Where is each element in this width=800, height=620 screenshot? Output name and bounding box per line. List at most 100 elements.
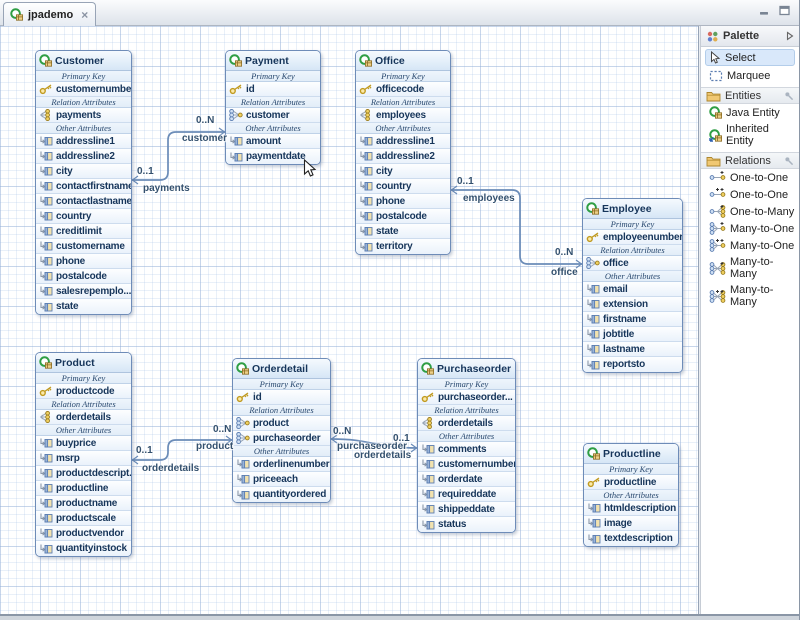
attr-requireddate[interactable]: requireddate: [418, 487, 515, 502]
attr-state[interactable]: state: [36, 299, 131, 314]
conn-label-payments[interactable]: payments: [143, 183, 190, 194]
conn-label-orderdetails[interactable]: orderdetails: [142, 463, 199, 474]
attr-orderlinenumber[interactable]: orderlinenumber: [233, 457, 330, 472]
attr-email[interactable]: email: [583, 282, 682, 297]
attr-purchaseorder[interactable]: purchaseorder...: [418, 390, 515, 405]
attr-country[interactable]: country: [356, 179, 450, 194]
minimize-view-icon[interactable]: [758, 5, 771, 16]
conn-label-office[interactable]: office: [551, 267, 578, 278]
entity-payment[interactable]: Payment Primary KeyidRelation Attributes…: [225, 50, 321, 165]
attr-productcode[interactable]: productcode: [36, 384, 131, 399]
attr-employees[interactable]: employees: [356, 108, 450, 123]
attr-paymentdate[interactable]: paymentdate: [226, 149, 320, 164]
attr-productname[interactable]: productname: [36, 496, 131, 511]
attr-postalcode[interactable]: postalcode: [36, 269, 131, 284]
conn-label-0-1[interactable]: 0..1: [136, 445, 153, 456]
conn-label-product[interactable]: product: [196, 441, 233, 452]
palette-tool-marquee[interactable]: Marquee: [705, 68, 795, 84]
entity-employee[interactable]: Employee Primary KeyemployeenumberRelati…: [582, 198, 683, 373]
attr-htmldescription[interactable]: htmldescription: [584, 501, 678, 516]
attr-customername[interactable]: customername: [36, 239, 131, 254]
entity-office[interactable]: Office Primary KeyofficecodeRelation Att…: [355, 50, 451, 255]
attr-reportsto[interactable]: reportsto: [583, 357, 682, 372]
palette-item-many-to-one[interactable]: Many-to-One: [701, 220, 799, 237]
attr-product[interactable]: product: [233, 416, 330, 431]
entity-header[interactable]: Payment: [226, 51, 320, 71]
tab-close-icon[interactable]: ×: [81, 9, 88, 21]
attr-purchaseorder[interactable]: purchaseorder: [233, 431, 330, 446]
attr-customernumber[interactable]: customernumber: [36, 82, 131, 97]
attr-productdescript[interactable]: productdescript...: [36, 466, 131, 481]
attr-image[interactable]: image: [584, 516, 678, 531]
attr-territory[interactable]: territory: [356, 239, 450, 254]
editor-tab-jpademo[interactable]: jpademo ×: [3, 2, 96, 26]
entity-header[interactable]: Office: [356, 51, 450, 71]
attr-addressline1[interactable]: addressline1: [356, 134, 450, 149]
palette-drawer-entities[interactable]: Entities: [701, 87, 799, 104]
palette-header[interactable]: Palette: [701, 26, 799, 47]
entity-header[interactable]: Employee: [583, 199, 682, 219]
entity-header[interactable]: Purchaseorder: [418, 359, 515, 379]
palette-item-one-to-one[interactable]: One-to-One: [701, 186, 799, 203]
palette-item-inherited-entity[interactable]: Inherited Entity: [701, 121, 799, 149]
entity-purchaseorder[interactable]: Purchaseorder Primary Keypurchaseorder..…: [417, 358, 516, 533]
entity-orderdetail[interactable]: Orderdetail Primary KeyidRelation Attrib…: [232, 358, 331, 503]
entity-customer[interactable]: Customer Primary KeycustomernumberRelati…: [35, 50, 132, 315]
attr-lastname[interactable]: lastname: [583, 342, 682, 357]
palette-collapse-arrow-icon[interactable]: [786, 31, 794, 41]
attr-contactlastname[interactable]: contactlastname: [36, 194, 131, 209]
entity-header[interactable]: Customer: [36, 51, 131, 71]
attr-extension[interactable]: extension: [583, 297, 682, 312]
pin-drawer-icon[interactable]: [784, 156, 794, 166]
attr-shippeddate[interactable]: shippeddate: [418, 502, 515, 517]
attr-city[interactable]: city: [36, 164, 131, 179]
palette-item-many-to-many[interactable]: Many-to-Many: [701, 254, 799, 282]
attr-orderdetails[interactable]: orderdetails: [36, 410, 131, 425]
entity-productline[interactable]: Productline Primary KeyproductlineOther …: [583, 443, 679, 547]
attr-msrp[interactable]: msrp: [36, 451, 131, 466]
palette-item-one-to-many[interactable]: One-to-Many: [701, 203, 799, 220]
conn-label-customer[interactable]: customer: [182, 133, 227, 144]
attr-buyprice[interactable]: buyprice: [36, 436, 131, 451]
diagram-canvas[interactable]: Customer Primary KeycustomernumberRelati…: [0, 26, 699, 614]
attr-productline[interactable]: productline: [36, 481, 131, 496]
attr-addressline1[interactable]: addressline1: [36, 134, 131, 149]
attr-quantityinstock[interactable]: quantityinstock: [36, 541, 131, 556]
attr-addressline2[interactable]: addressline2: [356, 149, 450, 164]
attr-officecode[interactable]: officecode: [356, 82, 450, 97]
attr-status[interactable]: status: [418, 517, 515, 532]
conn-label-0-n[interactable]: 0..N: [555, 247, 573, 258]
attr-customer[interactable]: customer: [226, 108, 320, 123]
attr-priceeach[interactable]: priceeach: [233, 472, 330, 487]
attr-addressline2[interactable]: addressline2: [36, 149, 131, 164]
attr-orderdate[interactable]: orderdate: [418, 472, 515, 487]
attr-amount[interactable]: amount: [226, 134, 320, 149]
pin-drawer-icon[interactable]: [784, 91, 794, 101]
palette-item-many-to-one[interactable]: Many-to-One: [701, 237, 799, 254]
attr-orderdetails[interactable]: orderdetails: [418, 416, 515, 431]
attr-comments[interactable]: comments: [418, 442, 515, 457]
palette-item-one-to-one[interactable]: One-to-One: [701, 169, 799, 186]
attr-productline[interactable]: productline: [584, 475, 678, 490]
attr-postalcode[interactable]: postalcode: [356, 209, 450, 224]
palette-item-many-to-many[interactable]: Many-to-Many: [701, 282, 799, 310]
attr-office[interactable]: office: [583, 256, 682, 271]
entity-header[interactable]: Product: [36, 353, 131, 373]
attr-id[interactable]: id: [233, 390, 330, 405]
conn-label-orderdetails[interactable]: orderdetails: [354, 450, 411, 461]
maximize-view-icon[interactable]: [778, 5, 791, 16]
conn-label-0-1[interactable]: 0..1: [457, 176, 474, 187]
conn-label-employees[interactable]: employees: [463, 193, 515, 204]
attr-quantityordered[interactable]: quantityordered: [233, 487, 330, 502]
conn-label-0-1[interactable]: 0..1: [137, 166, 154, 177]
conn-label-0-n[interactable]: 0..N: [333, 426, 351, 437]
entity-product[interactable]: Product Primary KeyproductcodeRelation A…: [35, 352, 132, 557]
attr-salesrepemplo[interactable]: salesrepemplo...: [36, 284, 131, 299]
attr-employeenumber[interactable]: employeenumber: [583, 230, 682, 245]
attr-productvendor[interactable]: productvendor: [36, 526, 131, 541]
attr-phone[interactable]: phone: [356, 194, 450, 209]
attr-state[interactable]: state: [356, 224, 450, 239]
attr-city[interactable]: city: [356, 164, 450, 179]
attr-customernumber[interactable]: customernumber: [418, 457, 515, 472]
palette-item-java-entity[interactable]: Java Entity: [701, 104, 799, 121]
